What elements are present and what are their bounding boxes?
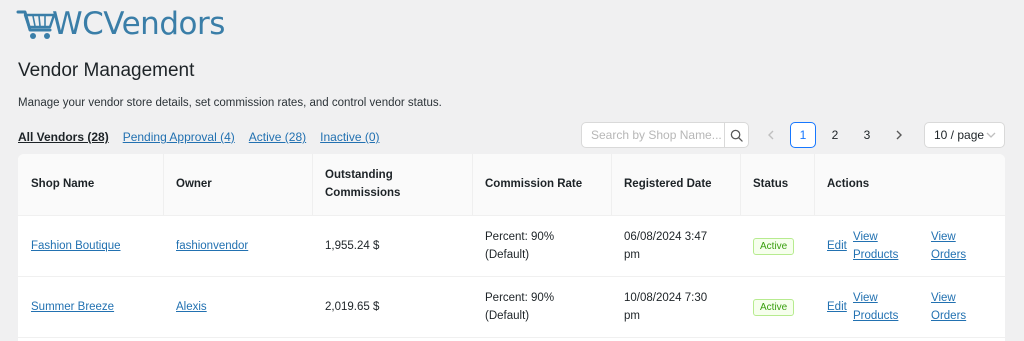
prev-page-button[interactable] bbox=[758, 122, 784, 148]
registered-date-line1: 06/08/2024 3:47 bbox=[624, 230, 708, 243]
next-page-button[interactable] bbox=[886, 122, 912, 148]
commission-rate-line1: Percent: 90% bbox=[485, 291, 555, 304]
cell-status: Active bbox=[740, 215, 814, 277]
table-header-row: Shop Name Owner Outstanding Commissions … bbox=[18, 154, 1005, 216]
cell-registered-date: 10/08/2024 7:30 pm bbox=[611, 276, 740, 338]
page-1-button[interactable]: 1 bbox=[790, 122, 816, 148]
header-actions: Actions bbox=[814, 154, 1005, 216]
view-products-line1: View bbox=[853, 230, 878, 243]
search-box bbox=[581, 122, 749, 148]
search-icon bbox=[730, 129, 743, 142]
view-products-line1: View bbox=[853, 291, 878, 304]
page-title: Vendor Management bbox=[18, 60, 195, 81]
cell-owner: Alexis bbox=[163, 276, 312, 338]
cell-actions: Edit View Products View Orders bbox=[814, 276, 1005, 338]
filter-inactive[interactable]: Inactive (0) bbox=[320, 130, 379, 144]
chevron-right-icon bbox=[896, 130, 902, 140]
cell-outstanding: 1,955.24 $ bbox=[312, 215, 472, 277]
brand-logo[interactable]: WCVendors bbox=[16, 6, 225, 42]
view-orders-link[interactable]: View Orders bbox=[931, 228, 966, 264]
page-size-select[interactable]: 10 / page bbox=[924, 122, 1005, 148]
header-registered-date[interactable]: Registered Date bbox=[611, 154, 740, 216]
chevron-left-icon bbox=[768, 130, 774, 140]
filter-pending-approval[interactable]: Pending Approval (4) bbox=[123, 130, 235, 144]
pagination: 1 2 3 bbox=[758, 122, 918, 148]
cell-owner: fashionvendor bbox=[163, 215, 312, 277]
shop-name-link[interactable]: Fashion Boutique bbox=[31, 240, 121, 252]
cell-outstanding: 2,019.65 $ bbox=[312, 276, 472, 338]
header-outstanding-line2: Commissions bbox=[325, 187, 401, 200]
cell-shop-name: Summer Breeze bbox=[18, 276, 163, 338]
cell-shop-name: Fashion Boutique bbox=[18, 215, 163, 277]
cell-registered-date: 06/08/2024 3:47 pm bbox=[611, 215, 740, 277]
row-actions: Edit View Products View Orders bbox=[827, 289, 992, 325]
page-2-button[interactable]: 2 bbox=[822, 122, 848, 148]
registered-date-line1: 10/08/2024 7:30 bbox=[624, 291, 708, 304]
page-size-value: 10 / page bbox=[934, 128, 985, 142]
chevron-down-icon bbox=[986, 132, 996, 138]
cell-actions: Edit View Products View Orders bbox=[814, 215, 1005, 277]
registered-date-line2: pm bbox=[624, 248, 640, 261]
view-orders-line2: Orders bbox=[931, 309, 967, 322]
cell-commission-rate: Percent: 90% (Default) bbox=[472, 276, 611, 338]
table-row: Summer Breeze Alexis 2,019.65 $ Percent:… bbox=[18, 276, 1005, 338]
table-row: Fashion Boutique fashionvendor 1,955.24 … bbox=[18, 215, 1005, 277]
view-products-line2: Products bbox=[853, 248, 899, 261]
view-products-link[interactable]: View Products bbox=[853, 289, 931, 325]
header-shop-name[interactable]: Shop Name bbox=[18, 154, 163, 216]
view-products-line2: Products bbox=[853, 309, 899, 322]
header-commission-rate[interactable]: Commission Rate bbox=[472, 154, 611, 216]
commission-rate-line2: (Default) bbox=[485, 248, 530, 261]
owner-link[interactable]: fashionvendor bbox=[176, 240, 248, 252]
edit-link[interactable]: Edit bbox=[827, 298, 853, 316]
view-orders-line2: Orders bbox=[931, 248, 967, 261]
view-orders-line1: View bbox=[931, 230, 956, 243]
row-actions: Edit View Products View Orders bbox=[827, 228, 992, 264]
header-outstanding-line1: Outstanding bbox=[325, 169, 393, 182]
brand-logo-text: WCVendors bbox=[52, 6, 225, 42]
edit-link[interactable]: Edit bbox=[827, 237, 853, 255]
filter-active[interactable]: Active (28) bbox=[249, 130, 306, 144]
status-badge: Active bbox=[753, 298, 795, 316]
registered-date-line2: pm bbox=[624, 309, 640, 322]
search-input[interactable] bbox=[582, 128, 722, 142]
status-badge: Active bbox=[753, 237, 795, 255]
filter-all-vendors[interactable]: All Vendors (28) bbox=[18, 130, 109, 144]
shop-name-link[interactable]: Summer Breeze bbox=[31, 301, 114, 313]
header-status[interactable]: Status bbox=[740, 154, 814, 216]
view-products-link[interactable]: View Products bbox=[853, 228, 931, 264]
page-description: Manage your vendor store details, set co… bbox=[18, 97, 442, 109]
owner-link[interactable]: Alexis bbox=[176, 301, 207, 313]
view-orders-line1: View bbox=[931, 291, 956, 304]
header-owner[interactable]: Owner bbox=[163, 154, 312, 216]
view-orders-link[interactable]: View Orders bbox=[931, 289, 966, 325]
commission-rate-line1: Percent: 90% bbox=[485, 230, 555, 243]
page-3-button[interactable]: 3 bbox=[854, 122, 880, 148]
header-outstanding-commissions[interactable]: Outstanding Commissions bbox=[312, 154, 472, 216]
status-filter-tabs: All Vendors (28) Pending Approval (4) Ac… bbox=[18, 130, 380, 144]
search-button[interactable] bbox=[724, 123, 748, 147]
vendors-table: Shop Name Owner Outstanding Commissions … bbox=[18, 154, 1005, 341]
cell-commission-rate: Percent: 90% (Default) bbox=[472, 215, 611, 277]
commission-rate-line2: (Default) bbox=[485, 309, 530, 322]
cell-status: Active bbox=[740, 276, 814, 338]
